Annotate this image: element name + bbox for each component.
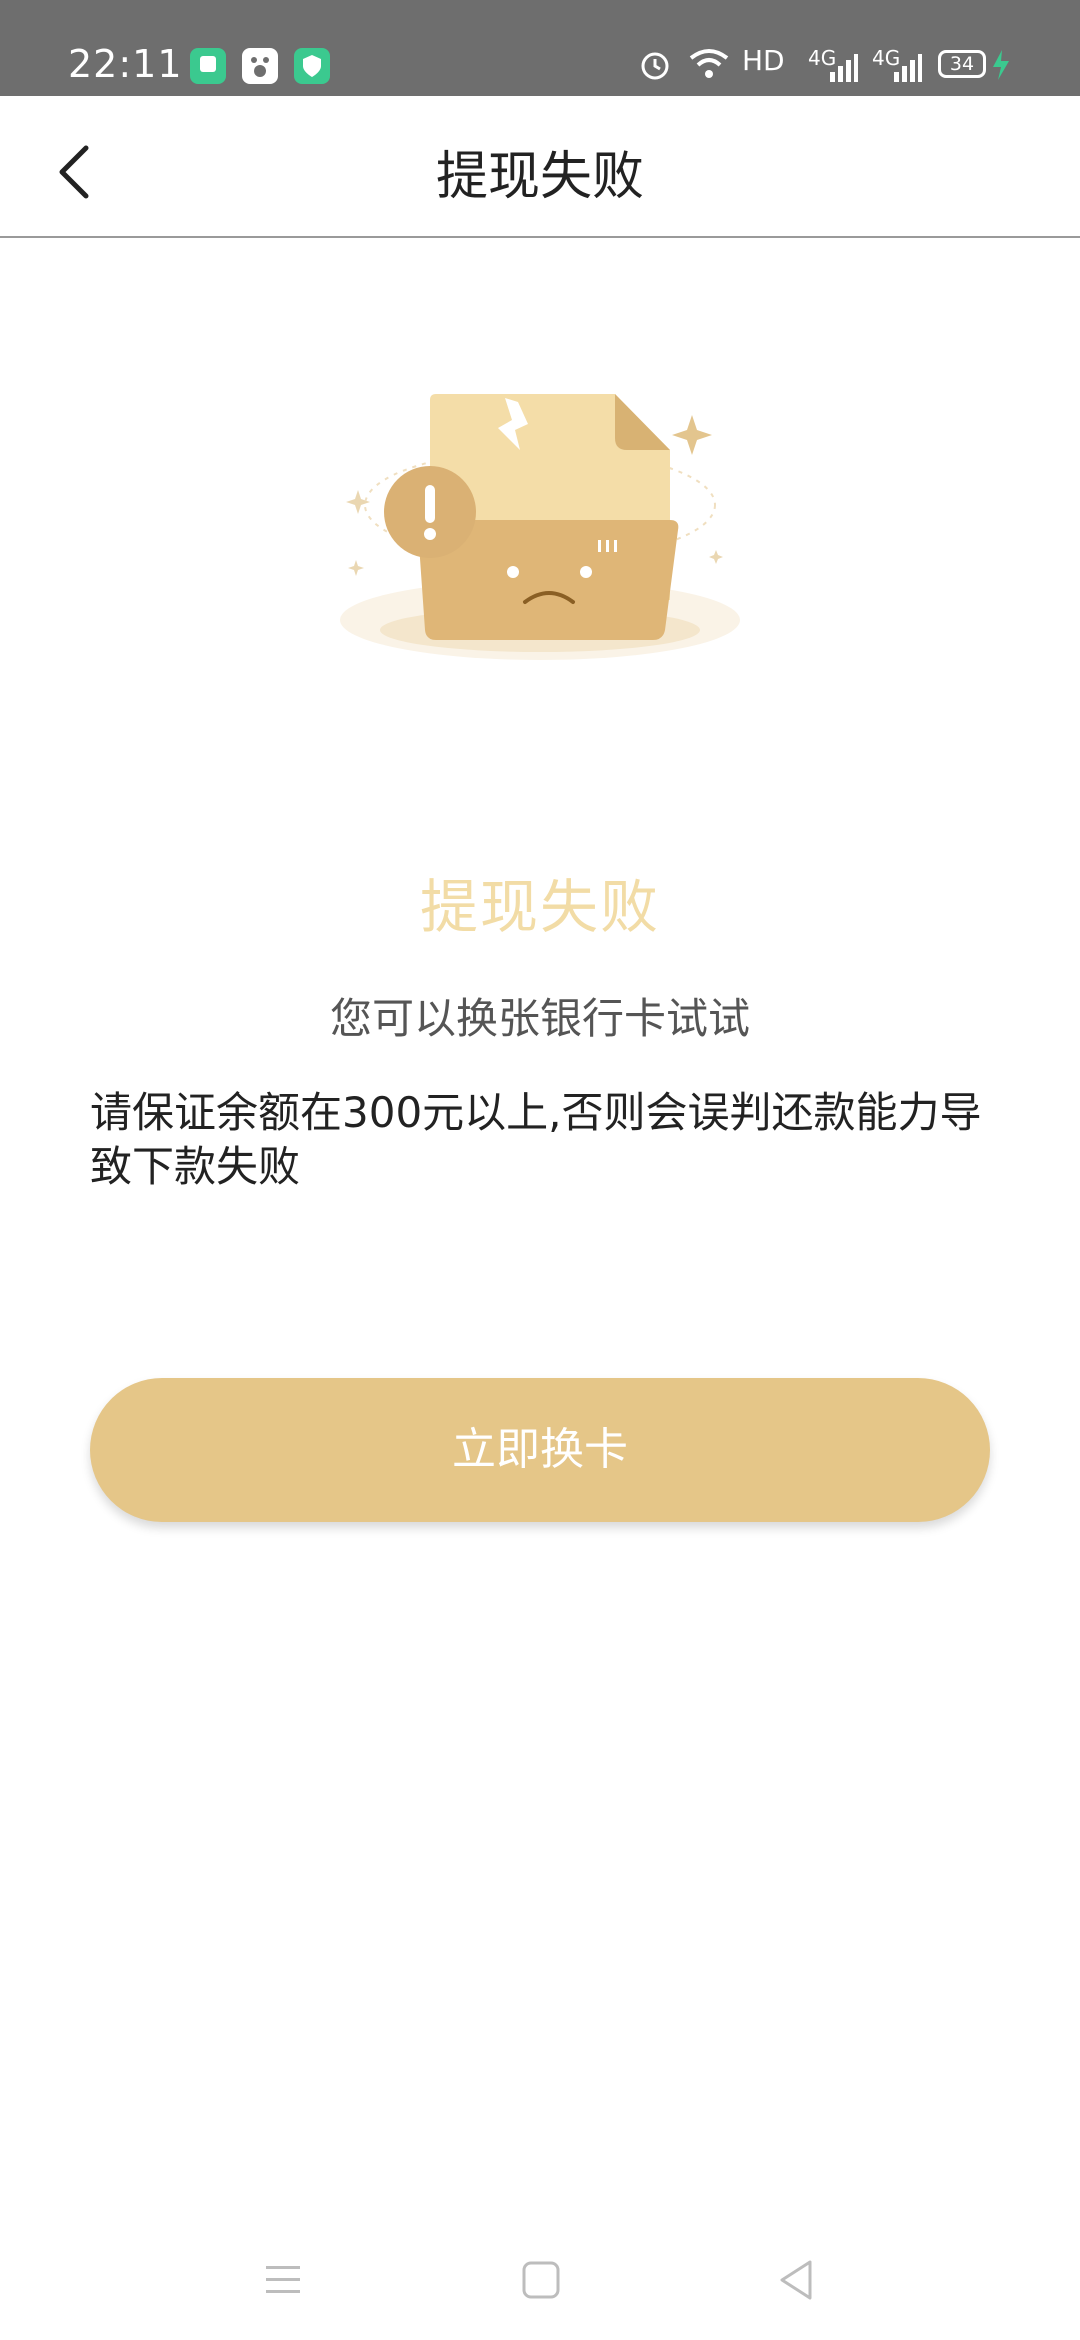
battery-icon: 34 bbox=[938, 50, 986, 78]
home-icon bbox=[522, 2261, 560, 2299]
sad-folder-illustration bbox=[330, 380, 750, 700]
home-button[interactable] bbox=[510, 2250, 570, 2310]
shield-icon bbox=[294, 48, 330, 84]
baidu-icon bbox=[242, 48, 278, 84]
signal-icon bbox=[828, 52, 858, 86]
change-card-button[interactable]: 立即换卡 bbox=[90, 1378, 990, 1522]
status-bar: 22:11 HD 4G 4G 34 bbox=[0, 0, 1080, 96]
signal-icon bbox=[892, 52, 922, 86]
menu-button[interactable] bbox=[252, 2250, 312, 2310]
page-title: 提现失败 bbox=[435, 147, 644, 207]
network-type-label: HD bbox=[742, 44, 785, 77]
menu-icon bbox=[266, 2266, 300, 2293]
back-nav-button[interactable] bbox=[766, 2250, 826, 2310]
failure-subtitle: 您可以换张银行卡试试 bbox=[329, 994, 750, 1043]
balance-notice: 请保证余额在300元以上,否则会误判还款能力导致下款失败 bbox=[90, 1088, 982, 1191]
app-header: 提现失败 bbox=[0, 96, 1080, 238]
wifi-icon bbox=[688, 46, 730, 86]
back-icon bbox=[780, 2260, 812, 2300]
system-nav-bar bbox=[0, 2230, 1080, 2340]
stacked-app-icon bbox=[190, 48, 226, 84]
failure-title: 提现失败 bbox=[419, 873, 660, 941]
status-time: 22:11 bbox=[68, 42, 183, 86]
charging-icon bbox=[990, 48, 1012, 86]
alarm-icon bbox=[638, 48, 672, 86]
